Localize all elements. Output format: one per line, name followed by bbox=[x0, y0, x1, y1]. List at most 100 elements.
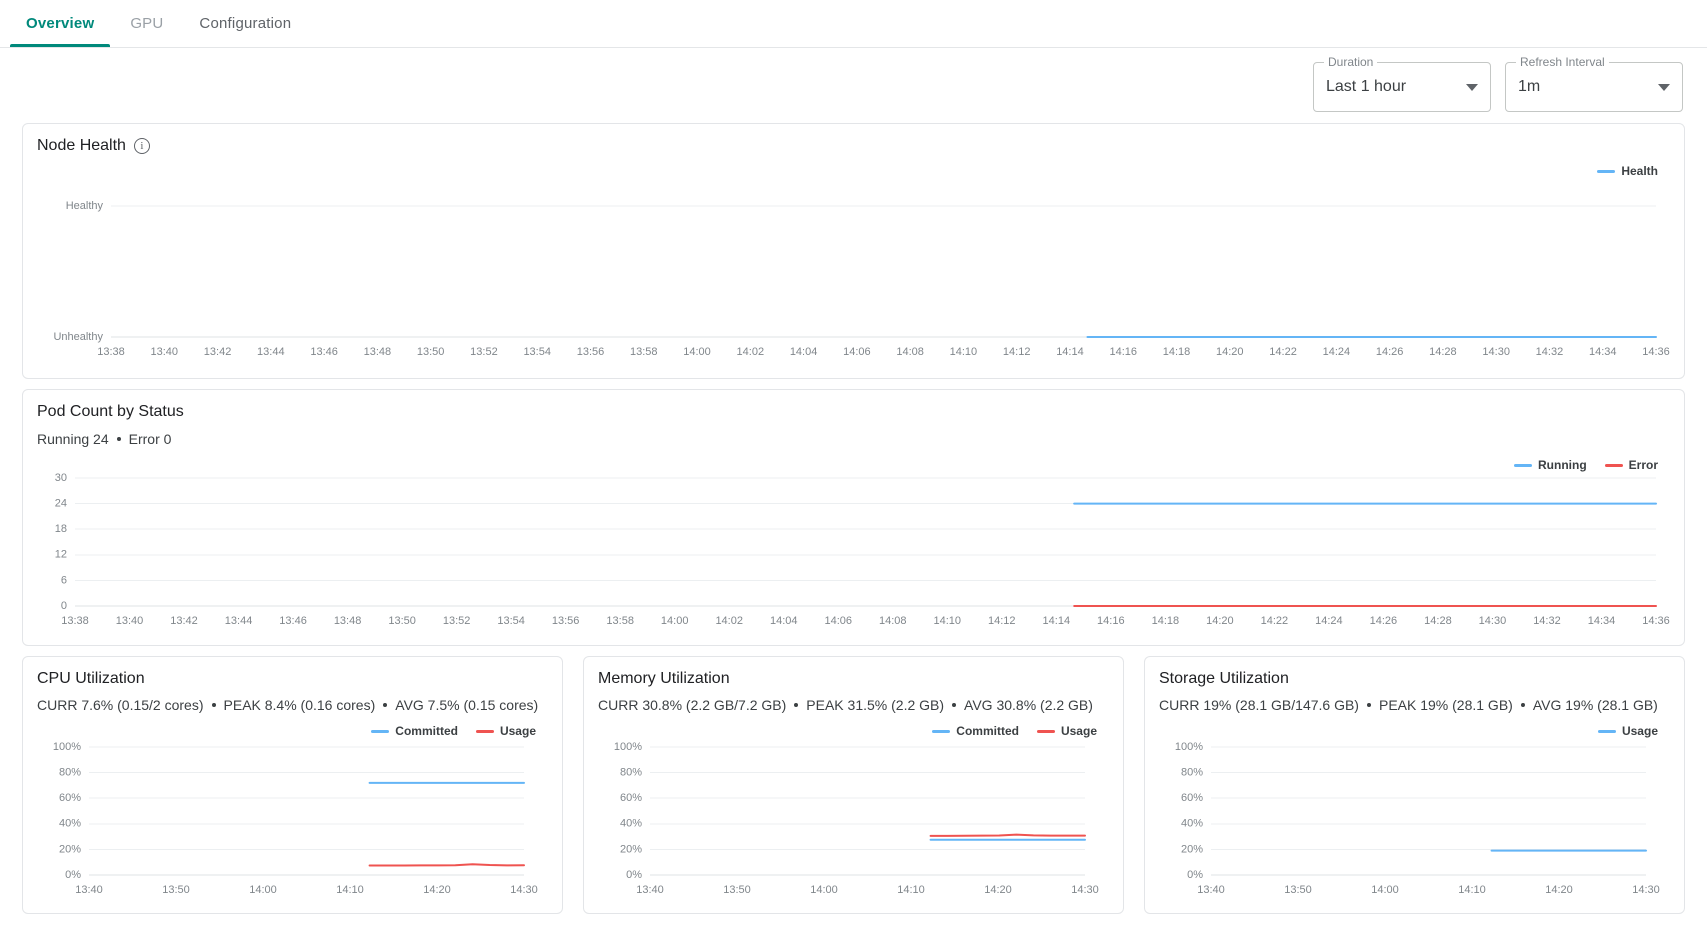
stat-separator-dot bbox=[383, 703, 388, 707]
svg-text:80%: 80% bbox=[59, 767, 81, 779]
svg-text:13:58: 13:58 bbox=[630, 346, 658, 358]
chevron-down-icon bbox=[1466, 84, 1478, 91]
duration-label: Duration bbox=[1324, 55, 1378, 69]
svg-text:14:10: 14:10 bbox=[897, 884, 925, 896]
stat-separator-dot bbox=[116, 437, 121, 441]
svg-text:14:20: 14:20 bbox=[1216, 346, 1244, 358]
svg-text:14:06: 14:06 bbox=[824, 615, 852, 627]
svg-text:14:02: 14:02 bbox=[715, 615, 743, 627]
svg-text:24: 24 bbox=[55, 498, 67, 510]
svg-text:14:00: 14:00 bbox=[661, 615, 689, 627]
svg-text:13:46: 13:46 bbox=[310, 346, 338, 358]
svg-text:14:18: 14:18 bbox=[1152, 615, 1180, 627]
refresh-interval-select[interactable]: Refresh Interval 1m bbox=[1505, 55, 1683, 112]
storage-utilization-card: Storage Utilization CURR 19% (28.1 GB/14… bbox=[1144, 656, 1685, 914]
stat-separator-dot bbox=[1520, 703, 1525, 707]
svg-text:14:10: 14:10 bbox=[934, 615, 962, 627]
svg-text:13:48: 13:48 bbox=[334, 615, 362, 627]
svg-text:20%: 20% bbox=[59, 843, 81, 855]
svg-text:13:44: 13:44 bbox=[225, 615, 253, 627]
svg-text:100%: 100% bbox=[614, 741, 642, 753]
tab-gpu[interactable]: GPU bbox=[112, 0, 181, 47]
svg-text:14:10: 14:10 bbox=[950, 346, 978, 358]
svg-text:0: 0 bbox=[61, 600, 67, 612]
legend-swatch-committed bbox=[932, 729, 951, 733]
svg-text:14:28: 14:28 bbox=[1424, 615, 1452, 627]
svg-text:14:34: 14:34 bbox=[1588, 615, 1616, 627]
svg-text:18: 18 bbox=[55, 523, 67, 535]
svg-text:60%: 60% bbox=[620, 792, 642, 804]
stat-separator-dot bbox=[794, 703, 799, 707]
svg-text:60%: 60% bbox=[1181, 792, 1203, 804]
svg-text:13:50: 13:50 bbox=[162, 884, 190, 896]
stat-separator-dot bbox=[1366, 703, 1371, 707]
legend-swatch-usage bbox=[1036, 729, 1055, 733]
cpu-title: CPU Utilization bbox=[37, 670, 145, 687]
svg-text:14:30: 14:30 bbox=[1071, 884, 1099, 896]
svg-text:80%: 80% bbox=[1181, 767, 1203, 779]
svg-text:14:00: 14:00 bbox=[249, 884, 277, 896]
svg-text:14:02: 14:02 bbox=[737, 346, 765, 358]
svg-text:13:52: 13:52 bbox=[470, 346, 498, 358]
svg-text:14:04: 14:04 bbox=[770, 615, 798, 627]
svg-text:14:08: 14:08 bbox=[896, 346, 924, 358]
memory-utilization-card: Memory Utilization CURR 30.8% (2.2 GB/7.… bbox=[583, 656, 1124, 914]
memory-stats: CURR 30.8% (2.2 GB/7.2 GB) PEAK 31.5% (2… bbox=[598, 697, 1093, 713]
node-health-card: Node Health i Health Unhealthy Healthy 13:… bbox=[22, 123, 1685, 379]
svg-text:100%: 100% bbox=[53, 741, 81, 753]
svg-text:13:54: 13:54 bbox=[523, 346, 551, 358]
svg-text:13:38: 13:38 bbox=[97, 346, 125, 358]
svg-text:13:38: 13:38 bbox=[61, 615, 89, 627]
storage-stats: CURR 19% (28.1 GB/147.6 GB) PEAK 19% (28… bbox=[1159, 697, 1658, 713]
memory-title: Memory Utilization bbox=[598, 670, 730, 687]
svg-text:40%: 40% bbox=[620, 818, 642, 830]
chevron-down-icon bbox=[1658, 84, 1670, 91]
svg-text:13:58: 13:58 bbox=[606, 615, 634, 627]
pod-count-title-row: Pod Count by Status bbox=[37, 403, 184, 421]
svg-text:14:08: 14:08 bbox=[879, 615, 907, 627]
svg-text:14:16: 14:16 bbox=[1109, 346, 1137, 358]
pod-count-chart-svg: 0 6 12 18 24 30 13:38 13:40 13:42 13:44 13:46 13:48… bbox=[55, 472, 1670, 627]
svg-text:14:00: 14:00 bbox=[810, 884, 838, 896]
svg-text:14:20: 14:20 bbox=[1206, 615, 1234, 627]
memory-stat-curr: CURR 30.8% (2.2 GB/7.2 GB) bbox=[598, 697, 787, 713]
svg-text:0%: 0% bbox=[1187, 869, 1203, 881]
cpu-chart: 0% 20% 40% 60% 80% 100% 13:40 13:50 14:00 14:10 14… bbox=[23, 735, 562, 913]
tab-overview[interactable]: Overview bbox=[8, 0, 112, 47]
legend-swatch-usage bbox=[1597, 729, 1616, 733]
svg-text:20%: 20% bbox=[620, 843, 642, 855]
svg-text:14:32: 14:32 bbox=[1533, 615, 1561, 627]
svg-text:14:34: 14:34 bbox=[1589, 346, 1617, 358]
pod-count-card: Pod Count by Status Running 24 Error 0 R… bbox=[22, 389, 1685, 646]
svg-text:13:40: 13:40 bbox=[75, 884, 103, 896]
svg-text:60%: 60% bbox=[59, 792, 81, 804]
cpu-stats: CURR 7.6% (0.15/2 cores) PEAK 8.4% (0.16… bbox=[37, 697, 538, 713]
svg-text:14:24: 14:24 bbox=[1323, 346, 1351, 358]
pod-count-stat-running: Running 24 bbox=[37, 431, 109, 447]
svg-text:12: 12 bbox=[55, 549, 67, 561]
svg-text:Unhealthy: Unhealthy bbox=[53, 331, 103, 343]
svg-text:13:56: 13:56 bbox=[552, 615, 580, 627]
svg-text:14:30: 14:30 bbox=[510, 884, 538, 896]
pod-count-stats: Running 24 Error 0 bbox=[37, 431, 171, 447]
svg-text:14:36: 14:36 bbox=[1642, 615, 1670, 627]
cpu-stat-curr: CURR 7.6% (0.15/2 cores) bbox=[37, 697, 204, 713]
svg-text:14:32: 14:32 bbox=[1536, 346, 1564, 358]
memory-stat-peak: PEAK 31.5% (2.2 GB) bbox=[806, 697, 945, 713]
svg-text:14:20: 14:20 bbox=[423, 884, 451, 896]
info-icon[interactable]: i bbox=[133, 138, 150, 154]
svg-text:80%: 80% bbox=[620, 767, 642, 779]
svg-text:13:50: 13:50 bbox=[723, 884, 751, 896]
tab-configuration[interactable]: Configuration bbox=[181, 0, 309, 47]
refresh-interval-value: 1m bbox=[1518, 78, 1541, 95]
controls-row: Duration Last 1 hour Refresh Interval 1m bbox=[1313, 55, 1683, 112]
pod-count-title: Pod Count by Status bbox=[37, 403, 184, 420]
svg-text:14:26: 14:26 bbox=[1376, 346, 1404, 358]
node-health-chart: Unhealthy Healthy 13:38 13:40 13:42 13:44 13:4… bbox=[23, 172, 1684, 377]
svg-text:14:20: 14:20 bbox=[984, 884, 1012, 896]
duration-select[interactable]: Duration Last 1 hour bbox=[1313, 55, 1491, 112]
legend-swatch-committed bbox=[371, 729, 390, 733]
storage-stat-peak: PEAK 19% (28.1 GB) bbox=[1378, 697, 1513, 713]
refresh-interval-label: Refresh Interval bbox=[1516, 55, 1609, 69]
memory-stat-avg: AVG 30.8% (2.2 GB) bbox=[964, 697, 1093, 713]
